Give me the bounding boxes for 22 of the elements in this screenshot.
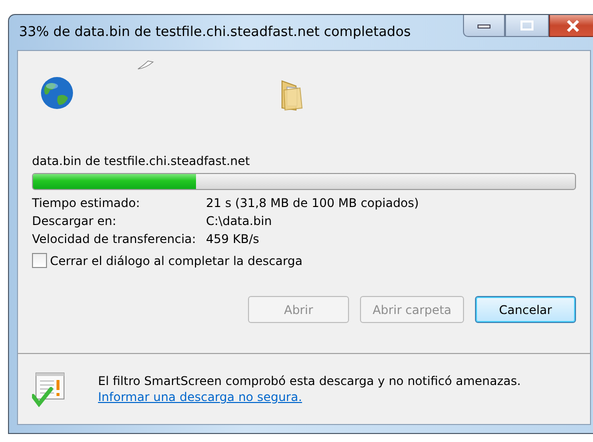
detail-value: 21 s (31,8 MB de 100 MB copiados) (206, 196, 420, 210)
checkbox[interactable] (32, 253, 47, 268)
minimize-button[interactable] (463, 15, 505, 37)
checkbox-label[interactable]: Cerrar el diálogo al completar la descarga (50, 254, 302, 268)
folder-icon (280, 78, 304, 112)
window-title: 33% de data.bin de testfile.chi.steadfast.net completados (19, 24, 411, 40)
close-icon (565, 18, 581, 32)
close-button[interactable] (549, 15, 593, 37)
detail-label: Descargar en: (32, 214, 118, 228)
maximize-icon (520, 20, 534, 31)
detail-value: 459 KB/s (206, 232, 260, 246)
minimize-icon (477, 22, 491, 28)
smartscreen-message: El filtro SmartScreen comprobó esta descarga y no notificó amenazas. (98, 373, 521, 389)
globe-icon (40, 76, 74, 110)
paper-icon (136, 59, 156, 71)
report-link[interactable]: Informar una descarga no segura. (98, 389, 521, 405)
detail-label: Velocidad de transferencia: (32, 232, 197, 246)
detail-value: C:\data.bin (206, 214, 273, 228)
maximize-button[interactable] (505, 15, 549, 37)
detail-label: Tiempo estimado: (32, 196, 141, 210)
dialog-button[interactable]: Cancelar (475, 296, 576, 323)
source-label: data.bin de testfile.chi.steadfast.net (32, 154, 251, 168)
